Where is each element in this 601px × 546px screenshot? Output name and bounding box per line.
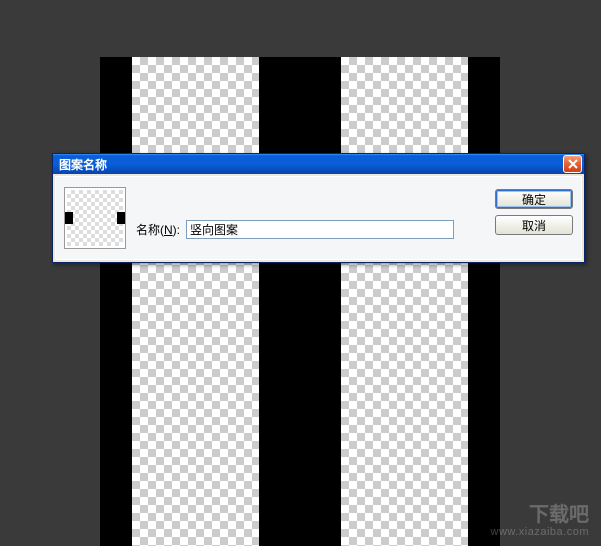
dialog-body: 名称(N): 竖向图案 确定 取消 <box>55 176 582 260</box>
close-button[interactable] <box>563 155 582 173</box>
dialog-titlebar[interactable]: 图案名称 <box>53 154 584 174</box>
dialog-title: 图案名称 <box>59 156 563 173</box>
watermark-sub: www.xiazaiba.com <box>491 526 589 538</box>
name-row: 名称(N): 竖向图案 <box>136 209 454 249</box>
pattern-preview-thumb <box>67 190 123 246</box>
pattern-preview <box>64 187 126 249</box>
dialog-buttons: 确定 取消 <box>495 187 573 249</box>
ok-button[interactable]: 确定 <box>495 189 573 209</box>
close-icon <box>568 159 578 169</box>
name-input-value: 竖向图案 <box>190 221 238 238</box>
name-label: 名称(N): <box>136 221 180 238</box>
transparent-region-right <box>341 57 468 546</box>
name-input[interactable]: 竖向图案 <box>186 220 454 239</box>
cancel-button[interactable]: 取消 <box>495 215 573 235</box>
watermark-main: 下载吧 <box>491 504 589 526</box>
document-canvas <box>100 57 500 546</box>
watermark: 下载吧 www.xiazaiba.com <box>491 504 589 538</box>
pattern-name-dialog: 图案名称 名称(N): 竖向图案 确定 取消 <box>52 153 585 263</box>
transparent-region-left <box>132 57 259 546</box>
